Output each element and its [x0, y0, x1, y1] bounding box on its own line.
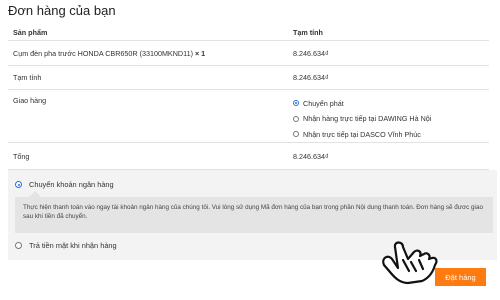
header-product: Sản phẩm: [8, 26, 289, 41]
payment-option-bank-transfer[interactable]: Chuyển khoản ngân hàng: [15, 180, 114, 189]
radio-button[interactable]: [293, 100, 299, 107]
payment-option-cod[interactable]: Trả tiền mặt khi nhận hàng: [15, 241, 117, 250]
table-row: Giao hàng Chuyển phát Nhận hàng trực tiế…: [8, 89, 489, 143]
radio-button[interactable]: [293, 115, 299, 122]
shipping-label: Giao hàng: [8, 89, 289, 143]
table-row: Tạm tính 8.246.634₫: [8, 65, 489, 90]
table-row: Tổng 8.246.634₫: [8, 142, 489, 170]
shipping-option-label: Nhận hàng trực tiếp tại DAWING Hà Nội: [303, 114, 432, 124]
radio-button[interactable]: [15, 181, 22, 188]
page-title: Đơn hàng của bạn: [8, 3, 116, 18]
subtotal-value: 8.246.634₫: [289, 65, 489, 90]
product-qty: × 1: [194, 48, 206, 58]
product-cell: Cụm đèn pha trước HONDA CBR650R (33100MK…: [8, 40, 289, 66]
table-header-row: Sản phẩm Tạm tính: [8, 26, 489, 41]
payment-option-label: Trả tiền mặt khi nhận hàng: [29, 241, 117, 250]
header-subtotal: Tạm tính: [289, 26, 489, 41]
product-price: 8.246.634₫: [289, 40, 489, 66]
radio-button[interactable]: [293, 131, 299, 138]
total-label: Tổng: [8, 142, 289, 170]
subtotal-label: Tạm tính: [8, 65, 289, 90]
order-review-table: Sản phẩm Tạm tính Cụm đèn pha trước HOND…: [8, 26, 489, 170]
shipping-option-delivery[interactable]: Chuyển phát: [293, 96, 489, 112]
table-row: Cụm đèn pha trước HONDA CBR650R (33100MK…: [8, 40, 489, 66]
payment-option-label: Chuyển khoản ngân hàng: [29, 180, 114, 189]
shipping-option-label: Nhận trực tiếp tại DASCO Vĩnh Phúc: [303, 129, 421, 139]
payment-description: Thực hiện thanh toán vào ngay tài khoản …: [15, 191, 493, 233]
place-order-button[interactable]: Đặt hàng: [435, 268, 486, 286]
radio-button[interactable]: [15, 242, 22, 249]
hand-pointer-icon: [382, 241, 438, 285]
shipping-option-pickup-hanoi[interactable]: Nhận hàng trực tiếp tại DAWING Hà Nội: [293, 111, 489, 127]
shipping-option-pickup-vinhphuc[interactable]: Nhận trực tiếp tại DASCO Vĩnh Phúc: [293, 127, 489, 143]
product-name: Cụm đèn pha trước HONDA CBR650R (33100MK…: [13, 48, 193, 58]
shipping-option-label: Chuyển phát: [303, 98, 344, 108]
shipping-options: Chuyển phát Nhận hàng trực tiếp tại DAWI…: [289, 89, 489, 143]
total-value: 8.246.634₫: [289, 142, 489, 170]
